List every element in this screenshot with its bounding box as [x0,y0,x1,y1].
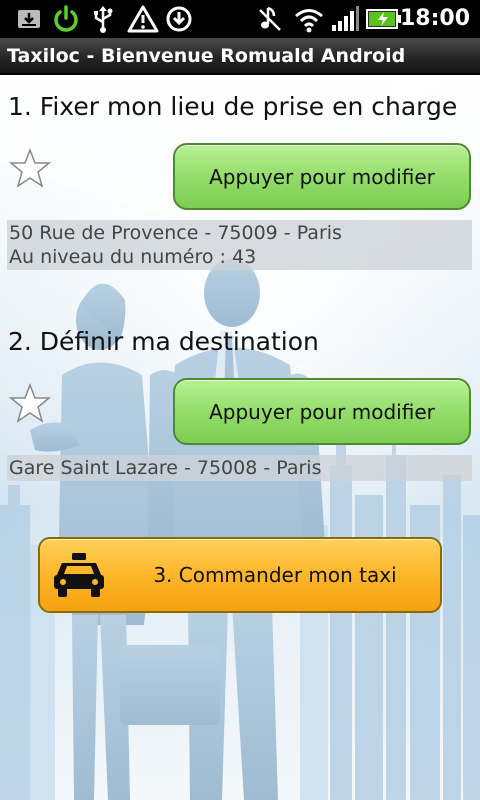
taxi-icon [54,553,104,597]
destination-favorite-star-icon[interactable] [9,382,51,424]
usb-icon [88,4,118,34]
pickup-favorite-star-icon[interactable] [9,147,51,189]
wifi-icon [292,4,326,34]
power-icon [50,4,82,34]
destination-heading: 2. Définir ma destination [8,327,319,356]
download-icon [14,4,44,34]
sync-icon [163,4,195,34]
destination-address-line1: Gare Saint Lazare - 75008 - Paris [9,457,322,479]
app-title: Taxiloc - Bienvenue Romuald Android [7,45,406,67]
warning-icon [126,4,160,34]
pickup-address[interactable]: 50 Rue de Provence - 75009 - Paris Au ni… [7,220,472,270]
clock: 18:00 [399,6,470,31]
pickup-heading: 1. Fixer mon lieu de prise en charge [8,92,458,121]
destination-modify-button[interactable]: Appuyer pour modifier [173,378,471,445]
status-bar: 18:00 [0,0,480,38]
pickup-address-line2: Au niveau du numéro : 43 [9,246,257,268]
order-taxi-button[interactable]: 3. Commander mon taxi [38,537,442,613]
battery-charging-icon [366,4,402,34]
mute-icon [255,4,285,34]
pickup-address-line1: 50 Rue de Provence - 75009 - Paris [9,222,342,244]
main-content: 1. Fixer mon lieu de prise en charge App… [0,75,480,800]
title-bar: Taxiloc - Bienvenue Romuald Android [0,38,480,74]
order-taxi-label: 3. Commander mon taxi [153,563,397,587]
destination-address[interactable]: Gare Saint Lazare - 75008 - Paris [7,455,472,481]
signal-icon [330,4,360,34]
pickup-modify-button[interactable]: Appuyer pour modifier [173,143,471,210]
